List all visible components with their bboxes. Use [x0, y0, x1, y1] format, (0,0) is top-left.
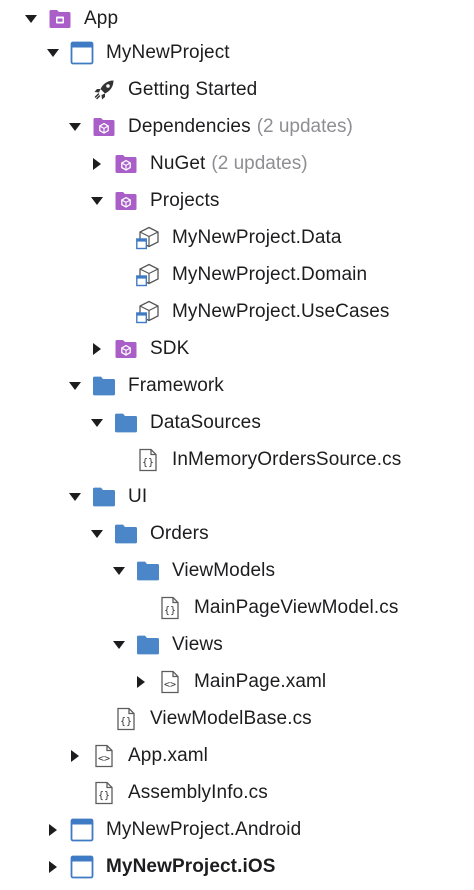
tree-item-views[interactable]: Views: [0, 626, 474, 663]
tree-item-ios-project[interactable]: MyNewProject.iOS: [0, 848, 474, 885]
update-count-note: (2 updates): [256, 115, 353, 137]
tree-item-mainpage-viewmodel[interactable]: MainPageViewModel.cs: [0, 589, 474, 626]
tree-item-framework[interactable]: Framework: [0, 367, 474, 404]
tree-item-label: AssemblyInfo.cs: [128, 781, 268, 803]
tree-item-label: App.xaml: [128, 744, 209, 766]
tree-item-label: ViewModels: [172, 559, 276, 581]
solution-icon: [48, 7, 72, 31]
tree-item-viewmodelbase[interactable]: ViewModelBase.cs: [0, 700, 474, 737]
chevron-down-icon[interactable]: [64, 375, 86, 397]
tree-item-getting-started[interactable]: Getting Started: [0, 71, 474, 108]
chevron-right-icon[interactable]: [42, 819, 64, 841]
tree-item-label: MyNewProject.iOS: [106, 855, 276, 877]
package-folder-icon: [92, 115, 116, 139]
tree-item-label: NuGet: [150, 152, 206, 174]
tree-item-label: SDK: [150, 337, 190, 359]
tree-item-label: MyNewProject.Data: [172, 226, 342, 248]
folder-icon: [114, 411, 138, 435]
tree-item-orders[interactable]: Orders: [0, 515, 474, 552]
folder-icon: [92, 485, 116, 509]
chevron-down-icon[interactable]: [86, 523, 108, 545]
tree-item-ref-usecases[interactable]: MyNewProject.UseCases: [0, 293, 474, 330]
csharp-file-icon: [158, 596, 182, 620]
tree-item-label: MyNewProject.Android: [106, 818, 302, 840]
tree-item-dependencies[interactable]: Dependencies (2 updates): [0, 108, 474, 145]
tree-item-app[interactable]: App: [0, 0, 474, 37]
chevron-right-icon[interactable]: [64, 745, 86, 767]
tree-item-viewmodels[interactable]: ViewModels: [0, 552, 474, 589]
tree-item-ui[interactable]: UI: [0, 478, 474, 515]
tree-item-android-project[interactable]: MyNewProject.Android: [0, 811, 474, 848]
package-folder-icon: [114, 189, 138, 213]
folder-icon: [92, 374, 116, 398]
tree-item-label: MyNewProject: [106, 41, 230, 63]
tree-item-label: MainPage.xaml: [194, 670, 327, 692]
tree-item-nuget[interactable]: NuGet (2 updates): [0, 145, 474, 182]
chevron-right-icon[interactable]: [42, 856, 64, 878]
chevron-right-icon[interactable]: [86, 153, 108, 175]
tree-item-app-xaml[interactable]: App.xaml: [0, 737, 474, 774]
project-icon: [70, 855, 94, 879]
project-icon: [70, 41, 94, 65]
csharp-file-icon: [92, 781, 116, 805]
tree-item-inmemory-orders-source[interactable]: InMemoryOrdersSource.cs: [0, 441, 474, 478]
tree-item-label: ViewModelBase.cs: [150, 707, 312, 729]
chevron-down-icon[interactable]: [64, 116, 86, 138]
tree-item-label: MyNewProject.Domain: [172, 263, 368, 285]
tree-item-ref-domain[interactable]: MyNewProject.Domain: [0, 256, 474, 293]
tree-item-ref-data[interactable]: MyNewProject.Data: [0, 219, 474, 256]
xaml-file-icon: [92, 744, 116, 768]
tree-item-label: Views: [172, 633, 223, 655]
package-folder-icon: [114, 337, 138, 361]
chevron-down-icon[interactable]: [108, 634, 130, 656]
folder-icon: [114, 522, 138, 546]
solution-tree: App MyNewProject Getting Started Depende…: [0, 0, 474, 890]
chevron-down-icon[interactable]: [108, 560, 130, 582]
chevron-down-icon[interactable]: [42, 42, 64, 64]
tree-item-label: Projects: [150, 189, 220, 211]
chevron-right-icon[interactable]: [130, 671, 152, 693]
tree-item-label: DataSources: [150, 411, 261, 433]
tree-item-projects[interactable]: Projects: [0, 182, 474, 219]
project-icon: [70, 818, 94, 842]
xaml-file-icon: [158, 670, 182, 694]
project-reference-icon: [136, 300, 160, 324]
tree-item-mainpage-xaml[interactable]: MainPage.xaml: [0, 663, 474, 700]
tree-item-label: MyNewProject.UseCases: [172, 300, 390, 322]
chevron-down-icon[interactable]: [86, 412, 108, 434]
tree-item-label: InMemoryOrdersSource.cs: [172, 448, 402, 470]
chevron-down-icon[interactable]: [64, 486, 86, 508]
update-count-note: (2 updates): [211, 152, 308, 174]
tree-item-datasources[interactable]: DataSources: [0, 404, 474, 441]
tree-item-label: UI: [128, 485, 148, 507]
tree-item-assemblyinfo[interactable]: AssemblyInfo.cs: [0, 774, 474, 811]
tree-item-my-new-project[interactable]: MyNewProject: [0, 34, 474, 71]
tree-item-label: Getting Started: [128, 78, 258, 100]
tree-item-label: Orders: [150, 522, 209, 544]
project-reference-icon: [136, 226, 160, 250]
chevron-right-icon[interactable]: [86, 338, 108, 360]
csharp-file-icon: [136, 448, 160, 472]
tree-item-label: App: [84, 7, 119, 29]
tree-item-label: Dependencies: [128, 115, 251, 137]
tree-item-label: Framework: [128, 374, 224, 396]
tree-item-label: MainPageViewModel.cs: [194, 596, 399, 618]
rocket-icon: [92, 78, 116, 102]
chevron-down-icon[interactable]: [86, 190, 108, 212]
chevron-down-icon[interactable]: [20, 8, 42, 30]
tree-item-sdk[interactable]: SDK: [0, 330, 474, 367]
project-reference-icon: [136, 263, 160, 287]
csharp-file-icon: [114, 707, 138, 731]
package-folder-icon: [114, 152, 138, 176]
folder-icon: [136, 559, 160, 583]
folder-icon: [136, 633, 160, 657]
